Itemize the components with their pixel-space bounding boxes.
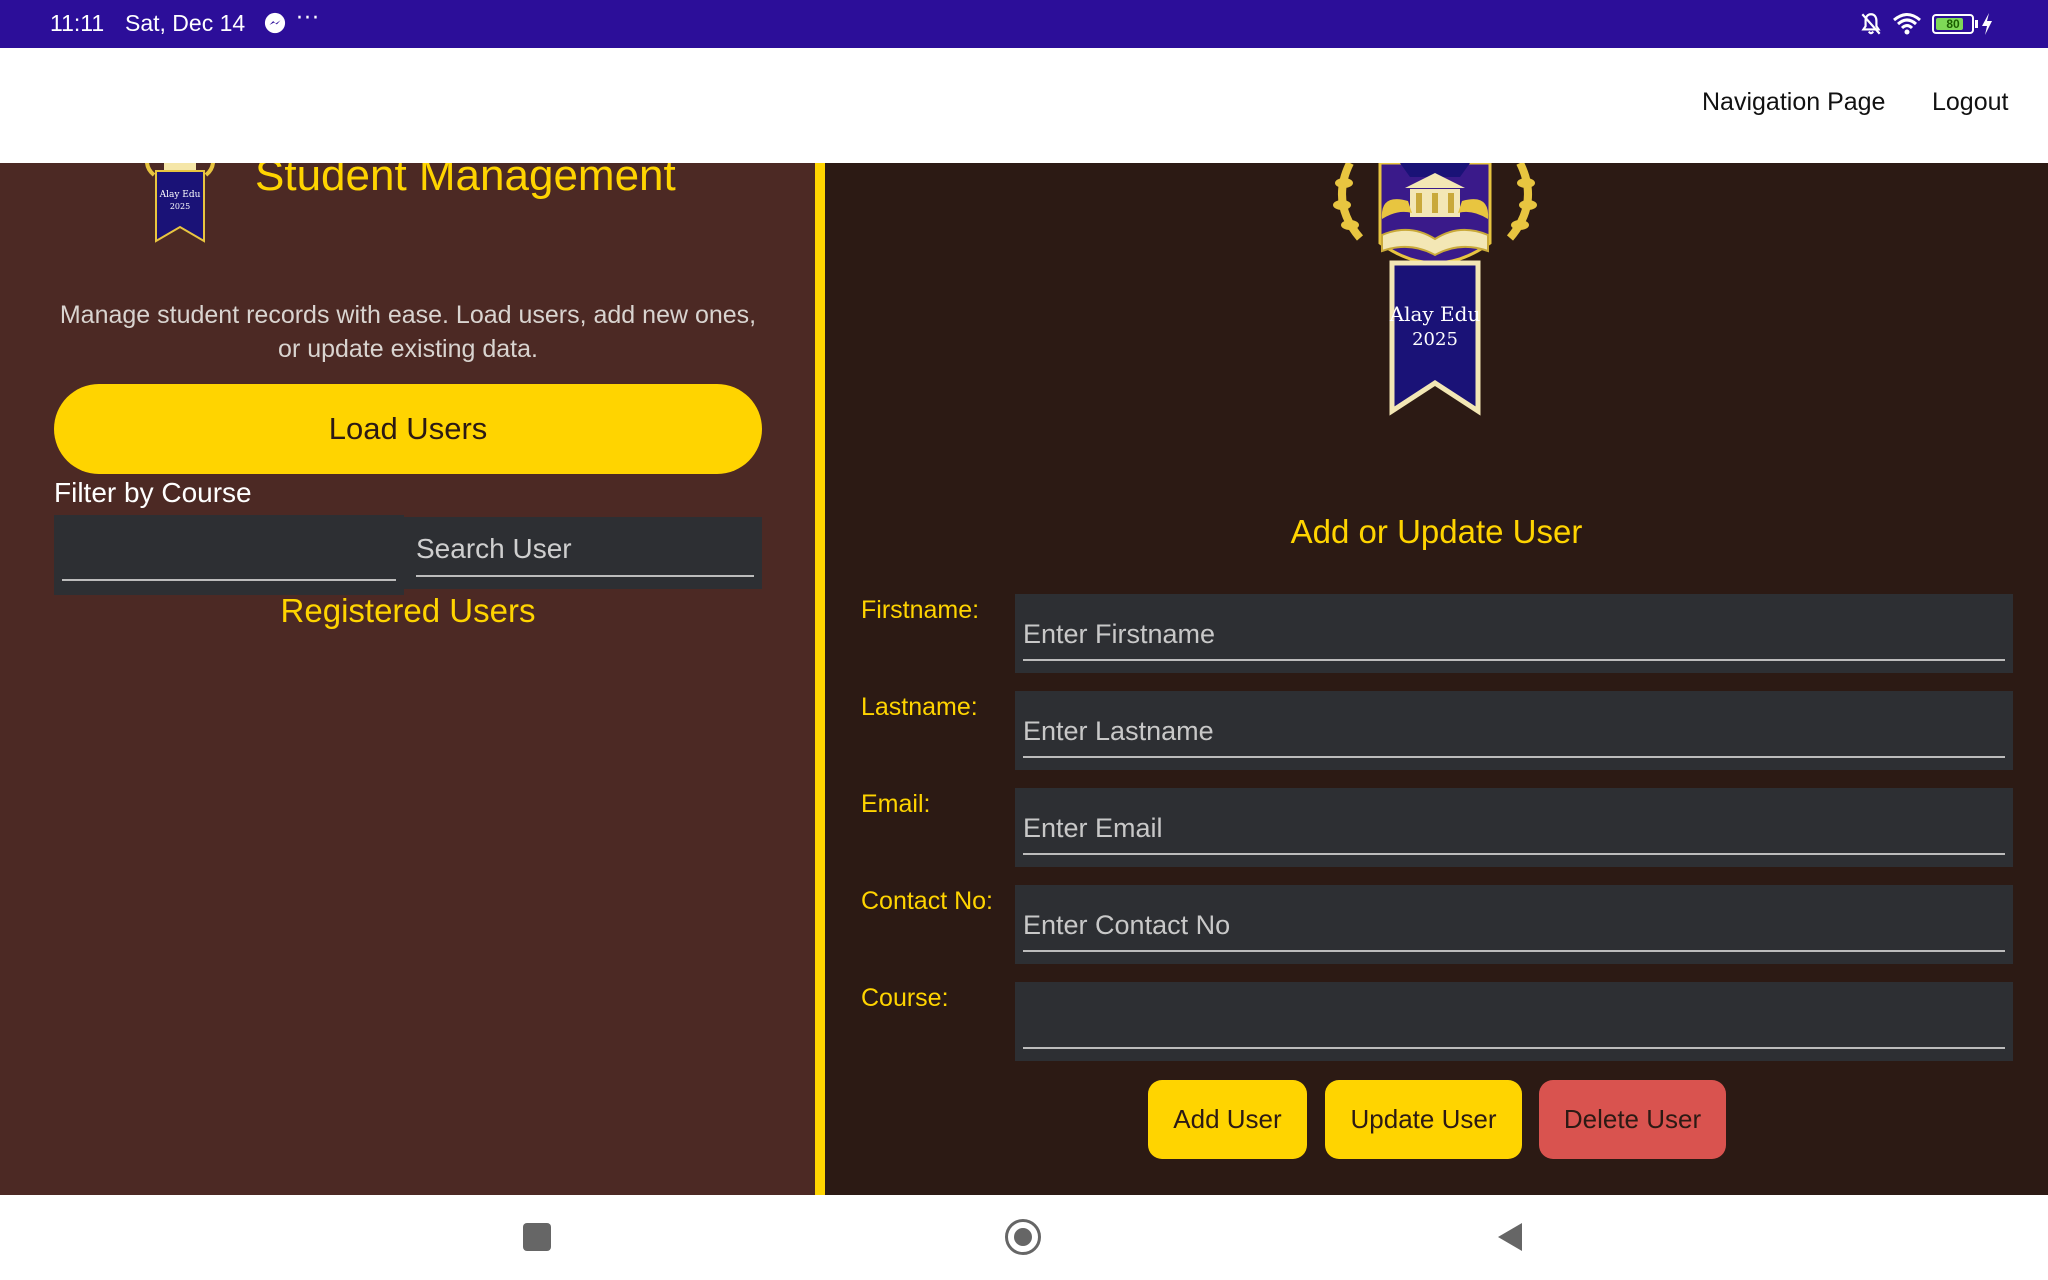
search-user-underline bbox=[416, 575, 754, 577]
registered-users-heading: Registered Users bbox=[280, 592, 536, 629]
firstname-label: Firstname: bbox=[861, 596, 980, 624]
battery-tip bbox=[1975, 20, 1978, 28]
charging-icon bbox=[1982, 13, 1992, 35]
lastname-input[interactable] bbox=[1023, 711, 1983, 751]
battery-percent: 80 bbox=[1946, 17, 1960, 31]
intro-text: Manage student records with ease. Load u… bbox=[59, 301, 757, 363]
email-field[interactable] bbox=[1015, 788, 2013, 867]
alay-edu-logo-small: Alay Edu 2025 bbox=[145, 163, 215, 243]
more-notifications-icon: ··· bbox=[296, 6, 320, 31]
firstname-field[interactable] bbox=[1015, 594, 2013, 673]
status-date: Sat, Dec 14 bbox=[125, 10, 246, 36]
email-label: Email: bbox=[861, 790, 931, 818]
contact-no-input[interactable] bbox=[1023, 905, 1983, 945]
lastname-label: Lastname: bbox=[861, 693, 978, 721]
svg-text:Alay Edu: Alay Edu bbox=[1389, 302, 1481, 326]
contact-no-underline bbox=[1023, 950, 2005, 952]
status-time: 11:11 bbox=[50, 10, 105, 36]
user-form-panel: Alay Edu 2025 Add or Update User Firstna… bbox=[825, 163, 2048, 1195]
recent-apps-icon[interactable] bbox=[523, 1223, 551, 1251]
panel-divider bbox=[815, 163, 825, 1195]
alay-edu-logo: Alay Edu 2025 bbox=[1333, 163, 1537, 416]
update-user-button[interactable]: Update User bbox=[1325, 1080, 1522, 1159]
course-filter-underline bbox=[62, 579, 396, 581]
firstname-underline bbox=[1023, 659, 2005, 661]
home-icon[interactable] bbox=[1005, 1219, 1041, 1255]
contact-no-label: Contact No: bbox=[861, 887, 994, 915]
search-user-field[interactable] bbox=[404, 517, 762, 589]
svg-text:Alay Edu: Alay Edu bbox=[159, 190, 201, 200]
filter-by-course-label: Filter by Course bbox=[54, 477, 252, 508]
course-select[interactable] bbox=[1015, 982, 2013, 1061]
svg-text:2025: 2025 bbox=[1412, 329, 1458, 350]
logout-link[interactable]: Logout bbox=[1932, 88, 2008, 117]
status-bar: 11:11 Sat, Dec 14 ··· 80 bbox=[0, 0, 2048, 48]
contact-no-field[interactable] bbox=[1015, 885, 2013, 964]
home-icon-dot bbox=[1014, 1228, 1032, 1246]
mute-icon bbox=[1861, 13, 1881, 35]
battery-icon: 80 bbox=[1932, 14, 1974, 34]
course-filter-select[interactable] bbox=[54, 515, 404, 595]
wifi-icon bbox=[1893, 13, 1921, 35]
load-users-button[interactable]: Load Users bbox=[54, 384, 762, 474]
lastname-underline bbox=[1023, 756, 2005, 758]
messenger-icon bbox=[264, 12, 286, 34]
email-input[interactable] bbox=[1023, 808, 1983, 848]
search-user-input[interactable] bbox=[416, 527, 746, 571]
course-underline bbox=[1023, 1047, 2005, 1049]
user-list-panel: Alay Edu 2025 Student Management Manage … bbox=[0, 163, 815, 1195]
firstname-input[interactable] bbox=[1023, 614, 1983, 654]
add-user-button[interactable]: Add User bbox=[1148, 1080, 1307, 1159]
email-underline bbox=[1023, 853, 2005, 855]
app-title: Student Management bbox=[255, 163, 676, 200]
course-label: Course: bbox=[861, 984, 949, 1012]
delete-user-button[interactable]: Delete User bbox=[1539, 1080, 1726, 1159]
system-nav-bar bbox=[0, 1195, 2048, 1280]
back-icon[interactable] bbox=[1496, 1221, 1524, 1253]
add-update-user-heading: Add or Update User bbox=[1290, 513, 1583, 550]
app-header: Navigation Page Logout bbox=[0, 48, 2048, 163]
lastname-field[interactable] bbox=[1015, 691, 2013, 770]
navigation-page-link[interactable]: Navigation Page bbox=[1702, 88, 1885, 117]
svg-text:2025: 2025 bbox=[170, 202, 190, 211]
